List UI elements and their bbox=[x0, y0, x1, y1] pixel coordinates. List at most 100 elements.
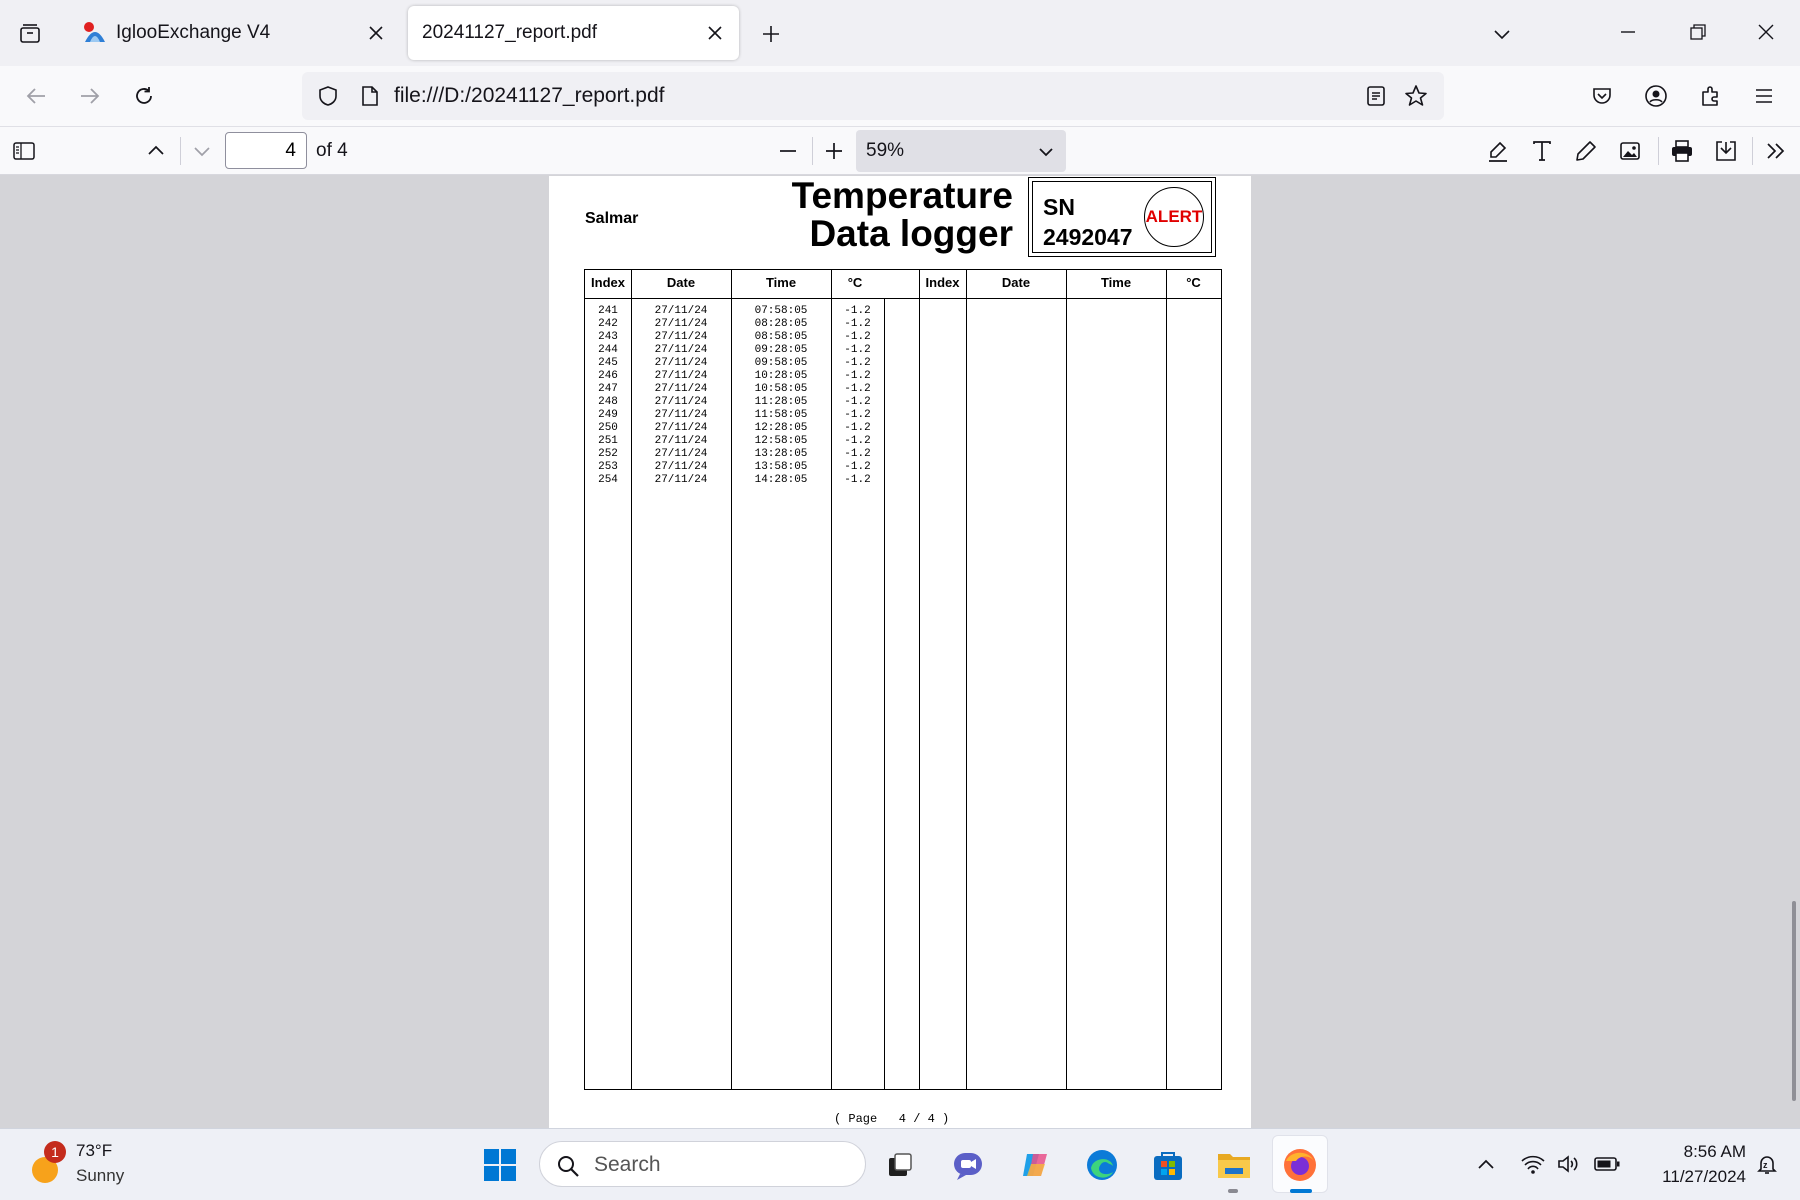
serial-number-box: SN 2492047 ALERT bbox=[1028, 177, 1216, 257]
chevron-down-icon bbox=[1034, 140, 1058, 164]
company-name: Salmar bbox=[585, 210, 639, 227]
table-cell: 13:58:05 bbox=[754, 461, 808, 473]
table-cell: 27/11/24 bbox=[654, 370, 708, 382]
save-download-icon[interactable] bbox=[1706, 131, 1746, 171]
table-cell: 27/11/24 bbox=[654, 318, 708, 330]
firefox-icon[interactable] bbox=[1278, 1143, 1322, 1187]
reader-view-icon[interactable] bbox=[1358, 78, 1394, 114]
more-tools-icon[interactable] bbox=[1756, 131, 1796, 171]
sidebar-toggle-icon[interactable] bbox=[4, 131, 44, 171]
table-cell: 11:58:05 bbox=[754, 409, 808, 421]
igloo-favicon-icon bbox=[82, 20, 108, 46]
url-bar[interactable]: file:///D:/20241127_report.pdf bbox=[302, 72, 1444, 120]
chat-icon[interactable] bbox=[946, 1143, 990, 1187]
tab-title: 20241127_report.pdf bbox=[422, 22, 598, 43]
add-image-icon[interactable] bbox=[1610, 131, 1650, 171]
shield-icon[interactable] bbox=[310, 78, 346, 114]
table-cell: 09:58:05 bbox=[754, 357, 808, 369]
pocket-icon[interactable] bbox=[1582, 76, 1622, 116]
previous-page-icon[interactable] bbox=[136, 131, 176, 171]
column-header: Index bbox=[925, 275, 960, 290]
table-cell: 14:28:05 bbox=[754, 474, 808, 486]
tab-report-pdf[interactable]: 20241127_report.pdf bbox=[408, 6, 739, 60]
battery-icon[interactable] bbox=[1592, 1149, 1622, 1179]
zoom-select[interactable]: 59% bbox=[856, 130, 1066, 172]
scrollbar-thumb[interactable] bbox=[1792, 901, 1796, 1101]
alert-stamp: ALERT bbox=[1144, 187, 1204, 247]
table-cell: 27/11/24 bbox=[654, 396, 708, 408]
restore-icon[interactable] bbox=[1678, 12, 1718, 52]
copilot-icon[interactable] bbox=[1014, 1143, 1058, 1187]
wifi-icon[interactable] bbox=[1518, 1149, 1548, 1179]
table-cell: -1.2 bbox=[844, 383, 871, 395]
clock-date[interactable]: 11/27/2024 bbox=[1630, 1167, 1746, 1187]
table-cell: -1.2 bbox=[844, 422, 871, 434]
notification-badge: 1 bbox=[44, 1141, 66, 1163]
notification-bell-icon[interactable]: z bbox=[1752, 1149, 1782, 1179]
tab-manager-icon[interactable] bbox=[10, 14, 50, 54]
table-cell: 11:28:05 bbox=[754, 396, 808, 408]
edge-icon[interactable] bbox=[1080, 1143, 1124, 1187]
tab-title: IglooExchange V4 bbox=[116, 22, 271, 43]
next-page-icon[interactable] bbox=[182, 131, 222, 171]
taskbar-search[interactable]: Search bbox=[539, 1141, 866, 1187]
windows-start-icon[interactable] bbox=[478, 1143, 522, 1187]
account-icon[interactable] bbox=[1636, 76, 1676, 116]
table-cell: 27/11/24 bbox=[654, 422, 708, 434]
back-icon[interactable] bbox=[16, 76, 56, 116]
table-cell: -1.2 bbox=[844, 344, 871, 356]
list-all-tabs-icon[interactable] bbox=[1482, 14, 1522, 54]
print-icon[interactable] bbox=[1662, 131, 1702, 171]
table-cell: 27/11/24 bbox=[654, 344, 708, 356]
data-table: Index Date Time °C Index Date Time °C 24… bbox=[584, 269, 1222, 1090]
column-header: Time bbox=[765, 275, 797, 290]
table-cell: 09:28:05 bbox=[754, 344, 808, 356]
weather-temperature: 73°F bbox=[76, 1141, 113, 1160]
search-placeholder: Search bbox=[594, 1153, 661, 1176]
reload-icon[interactable] bbox=[124, 76, 164, 116]
minimize-icon[interactable] bbox=[1608, 12, 1648, 52]
bookmark-star-icon[interactable] bbox=[1398, 78, 1434, 114]
table-cell: -1.2 bbox=[844, 461, 871, 473]
microsoft-store-icon[interactable] bbox=[1146, 1143, 1190, 1187]
table-cell: 27/11/24 bbox=[654, 448, 708, 460]
navigation-bar: file:///D:/20241127_report.pdf bbox=[0, 66, 1800, 127]
page-number-input[interactable] bbox=[225, 132, 307, 169]
table-cell: 12:58:05 bbox=[754, 435, 808, 447]
table-cell: 245 bbox=[598, 357, 618, 369]
text-tool-icon[interactable] bbox=[1522, 131, 1562, 171]
show-hidden-icons-icon[interactable] bbox=[1472, 1151, 1500, 1179]
new-tab-icon[interactable] bbox=[751, 14, 791, 54]
table-cell: -1.2 bbox=[844, 396, 871, 408]
close-tab-icon[interactable] bbox=[356, 13, 396, 53]
file-explorer-icon[interactable] bbox=[1212, 1143, 1256, 1187]
volume-icon[interactable] bbox=[1554, 1149, 1584, 1179]
extensions-icon[interactable] bbox=[1690, 76, 1730, 116]
page-icon[interactable] bbox=[352, 78, 388, 114]
pdf-viewer[interactable]: Salmar Temperature Data logger SN 249204… bbox=[0, 176, 1800, 1128]
column-header: Index bbox=[591, 275, 625, 290]
forward-icon[interactable] bbox=[70, 76, 110, 116]
menu-icon[interactable] bbox=[1744, 76, 1784, 116]
page-count-label: of 4 bbox=[316, 140, 348, 161]
close-tab-icon[interactable] bbox=[695, 13, 735, 53]
running-indicator bbox=[1228, 1189, 1238, 1193]
clock-time[interactable]: 8:56 AM bbox=[1642, 1142, 1746, 1162]
table-cell: 253 bbox=[598, 461, 618, 473]
draw-icon[interactable] bbox=[1566, 131, 1606, 171]
tab-iglooexchange[interactable]: IglooExchange V4 bbox=[70, 6, 400, 60]
table-cell: 254 bbox=[598, 474, 618, 486]
table-cell: 10:28:05 bbox=[754, 370, 808, 382]
weather-widget[interactable]: 1 bbox=[24, 1141, 68, 1189]
table-cell: -1.2 bbox=[844, 435, 871, 447]
close-window-icon[interactable] bbox=[1746, 12, 1786, 52]
table-cell: 251 bbox=[598, 435, 618, 447]
task-view-icon[interactable] bbox=[878, 1143, 922, 1187]
sn-label: SN bbox=[1043, 194, 1075, 220]
zoom-in-icon[interactable] bbox=[814, 131, 854, 171]
zoom-out-icon[interactable] bbox=[768, 131, 808, 171]
table-cell: -1.2 bbox=[844, 474, 871, 486]
table-cell: 27/11/24 bbox=[654, 461, 708, 473]
highlight-icon[interactable] bbox=[1478, 131, 1518, 171]
table-cell: 08:58:05 bbox=[754, 331, 808, 343]
